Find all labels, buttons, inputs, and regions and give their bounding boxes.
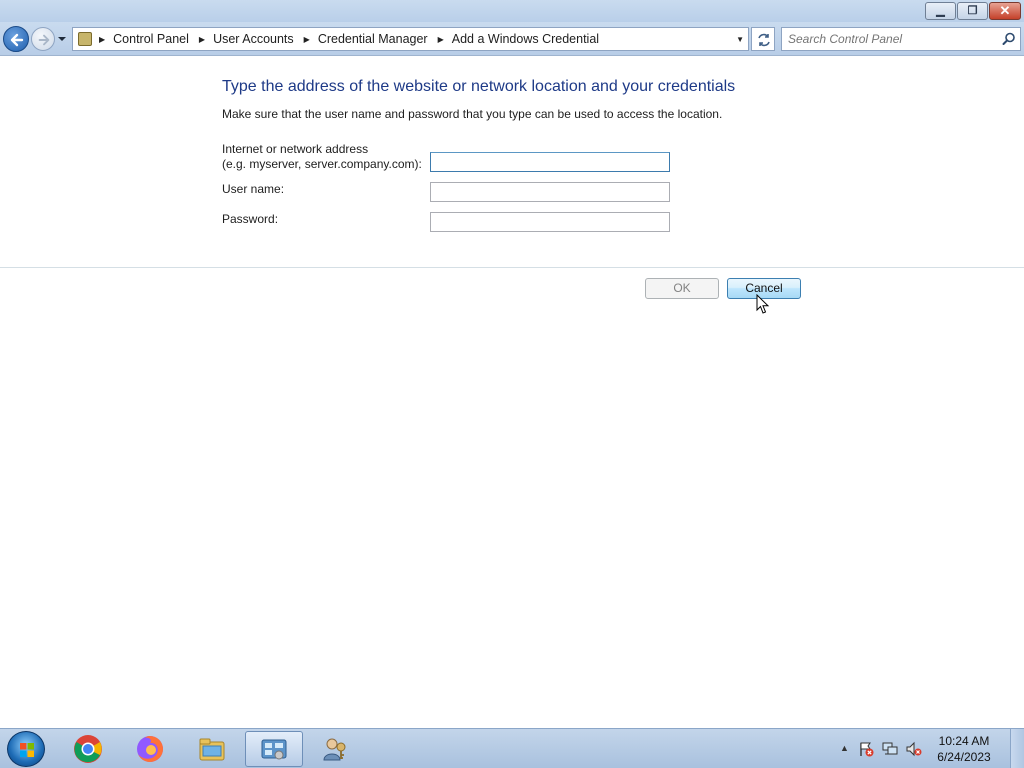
- taskbar-explorer[interactable]: [184, 731, 242, 767]
- breadcrumb: ▶ Control Panel ▶ User Accounts ▶ Creden…: [97, 28, 607, 50]
- restore-button[interactable]: ❐: [957, 2, 988, 20]
- address-label-line1: Internet or network address: [222, 142, 369, 156]
- show-desktop-button[interactable]: [1010, 729, 1024, 768]
- address-label-line2: (e.g. myserver, server.company.com):: [222, 157, 422, 171]
- ok-button[interactable]: OK: [645, 278, 719, 299]
- network-icon[interactable]: [882, 741, 898, 757]
- chrome-icon: [74, 735, 102, 763]
- content-area: Type the address of the website or netwo…: [0, 57, 1024, 728]
- credential-manager-icon: [323, 738, 346, 761]
- taskbar-credential-manager[interactable]: [307, 731, 365, 767]
- close-icon: ✕: [999, 3, 1011, 18]
- taskbar: ▲ 10:24 AM 6/24/2023: [0, 728, 1024, 768]
- address-dropdown-icon[interactable]: ▼: [736, 35, 744, 44]
- show-hidden-icons-icon[interactable]: ▲: [840, 743, 849, 753]
- window-controls: ▁ ❐ ✕: [924, 2, 1021, 20]
- breadcrumb-chevron-icon[interactable]: ▶: [99, 35, 105, 44]
- back-button[interactable]: [3, 26, 29, 52]
- username-input[interactable]: [430, 182, 670, 202]
- refresh-icon: [758, 33, 770, 47]
- firefox-icon: [137, 736, 163, 762]
- divider: [0, 267, 1024, 268]
- breadcrumb-add-windows-credential[interactable]: Add a Windows Credential: [452, 32, 599, 46]
- refresh-button[interactable]: [751, 27, 775, 51]
- arrow-right-icon: [38, 34, 50, 46]
- volume-muted-icon[interactable]: [906, 741, 922, 757]
- system-clock[interactable]: 10:24 AM 6/24/2023: [929, 733, 999, 765]
- clock-time: 10:24 AM: [938, 734, 990, 748]
- taskbar-control-panel[interactable]: [245, 731, 303, 767]
- breadcrumb-chevron-icon[interactable]: ▶: [438, 35, 444, 44]
- address-label: Internet or network address (e.g. myserv…: [222, 142, 422, 172]
- close-button[interactable]: ✕: [989, 2, 1021, 20]
- restore-icon: ❐: [967, 5, 978, 17]
- minimize-button[interactable]: ▁: [925, 2, 956, 20]
- password-input[interactable]: [430, 212, 670, 232]
- navigation-bar: ▶ Control Panel ▶ User Accounts ▶ Creden…: [0, 22, 1024, 56]
- recent-pages-dropdown-icon[interactable]: [57, 34, 67, 44]
- arrow-left-icon: [10, 33, 24, 47]
- search-icon[interactable]: [1002, 32, 1016, 46]
- search-box[interactable]: [781, 27, 1021, 51]
- action-center-flag-icon[interactable]: [858, 741, 874, 757]
- breadcrumb-control-panel[interactable]: Control Panel: [113, 32, 189, 46]
- address-bar[interactable]: ▶ Control Panel ▶ User Accounts ▶ Creden…: [72, 27, 749, 51]
- password-label: Password:: [222, 212, 279, 226]
- clock-date: 6/24/2023: [937, 750, 991, 764]
- windows-logo-icon: [20, 743, 34, 757]
- control-panel-small-icon: [78, 32, 92, 46]
- breadcrumb-chevron-icon[interactable]: ▶: [199, 35, 205, 44]
- breadcrumb-user-accounts[interactable]: User Accounts: [213, 32, 294, 46]
- start-button[interactable]: [7, 731, 45, 767]
- search-input[interactable]: [788, 31, 988, 47]
- system-tray: ▲ 10:24 AM 6/24/2023: [834, 729, 1024, 768]
- window-title-bar: ▁ ❐ ✕: [0, 0, 1024, 22]
- username-label: User name:: [222, 182, 285, 196]
- page-title: Type the address of the website or netwo…: [222, 78, 736, 95]
- instructions-text: Make sure that the user name and passwor…: [222, 107, 723, 121]
- control-panel-icon: [261, 739, 287, 760]
- breadcrumb-chevron-icon[interactable]: ▶: [304, 35, 310, 44]
- mouse-pointer-icon: [756, 294, 770, 314]
- explorer-icon: [199, 738, 225, 761]
- minimize-icon: ▁: [936, 5, 945, 17]
- network-address-input[interactable]: [430, 152, 670, 172]
- taskbar-firefox[interactable]: [122, 731, 180, 767]
- taskbar-chrome[interactable]: [60, 731, 118, 767]
- breadcrumb-credential-manager[interactable]: Credential Manager: [318, 32, 428, 46]
- forward-button[interactable]: [31, 27, 55, 51]
